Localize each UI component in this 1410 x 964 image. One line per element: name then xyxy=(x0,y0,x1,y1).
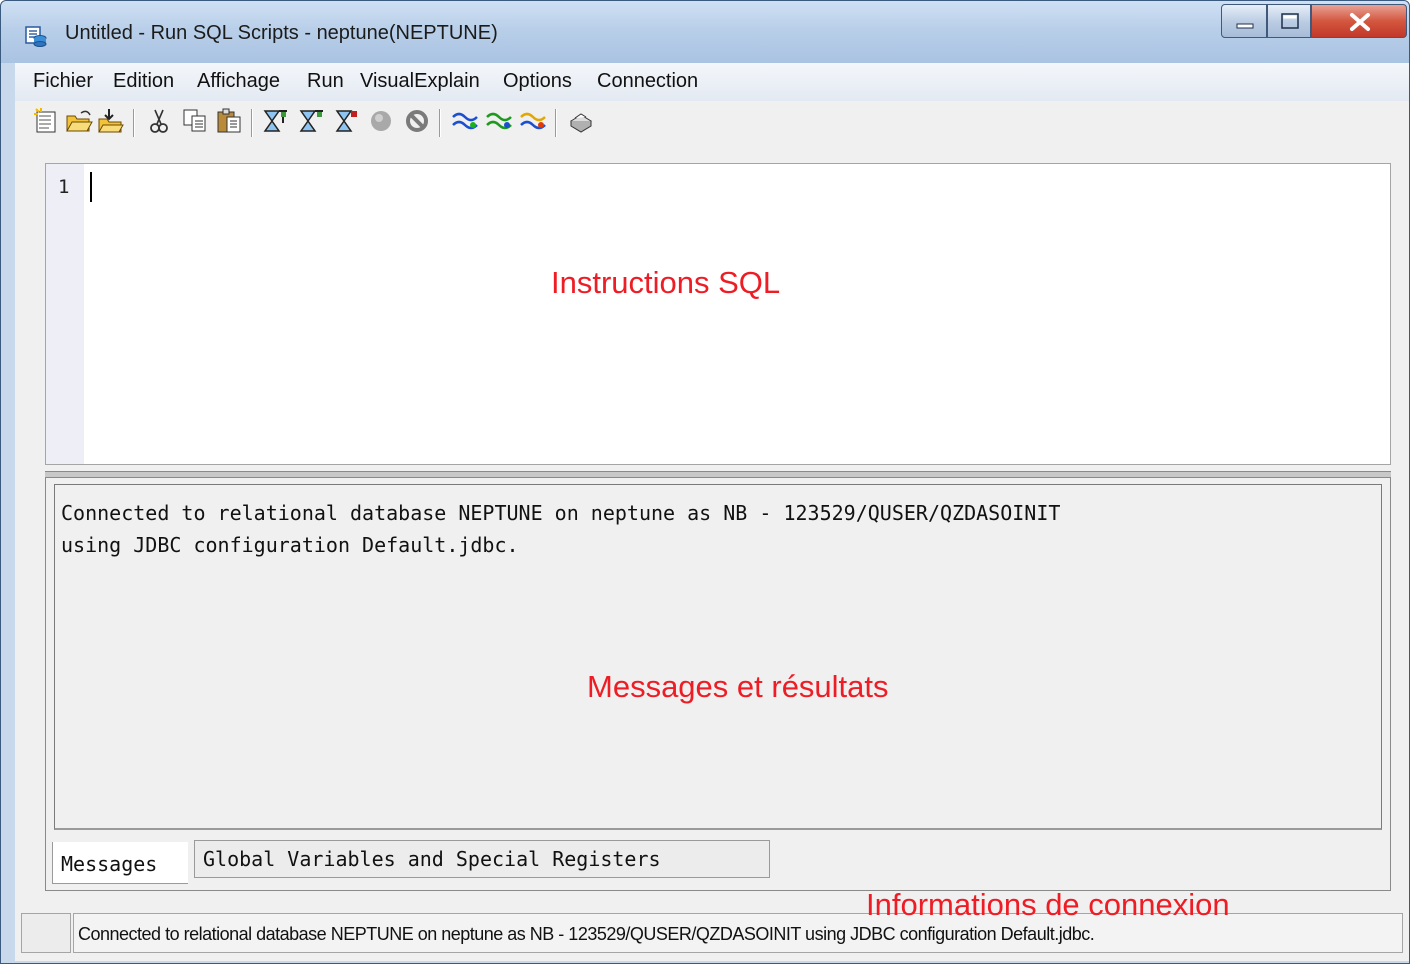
stop-circle-icon[interactable] xyxy=(367,107,395,135)
message-line: using JDBC configuration Default.jdbc. xyxy=(61,533,519,557)
menu-visualexplain[interactable]: VisualExplain xyxy=(360,70,480,93)
close-button[interactable] xyxy=(1311,4,1407,38)
annotation-instructions-sql: Instructions SQL xyxy=(551,265,781,300)
messages-text: Connected to relational database NEPTUNE… xyxy=(61,497,1060,561)
toolbar-separator xyxy=(133,109,135,137)
menu-options[interactable]: Options xyxy=(503,70,572,93)
status-text: Connected to relational database NEPTUNE… xyxy=(78,924,1095,944)
maximize-button[interactable] xyxy=(1267,4,1311,38)
menu-connection[interactable]: Connection xyxy=(597,70,698,93)
new-icon[interactable] xyxy=(33,107,61,135)
menu-edition[interactable]: Edition xyxy=(113,70,174,93)
window-controls xyxy=(1221,4,1407,40)
open-icon[interactable] xyxy=(65,107,93,135)
line-number-gutter: 1 xyxy=(46,164,84,464)
database-script-icon[interactable] xyxy=(25,25,47,47)
print-icon[interactable] xyxy=(567,107,595,135)
menu-run[interactable]: Run xyxy=(307,70,344,93)
menu-affichage[interactable]: Affichage xyxy=(197,70,280,93)
paste-icon[interactable] xyxy=(215,107,243,135)
minimize-button[interactable] xyxy=(1221,4,1267,38)
menu-fichier[interactable]: Fichier xyxy=(33,70,93,93)
copy-icon[interactable] xyxy=(181,107,209,135)
title-bar[interactable]: Untitled - Run SQL Scripts - neptune(NEP… xyxy=(1,1,1409,63)
minimize-icon xyxy=(1236,23,1254,29)
status-indicator xyxy=(21,913,71,953)
save-icon[interactable] xyxy=(97,107,125,135)
sql-editor[interactable]: 1 xyxy=(45,163,1391,465)
toolbar-separator xyxy=(439,109,441,137)
text-caret xyxy=(90,172,92,202)
tab-messages[interactable]: Messages xyxy=(52,842,188,884)
run-selected-icon[interactable] xyxy=(333,107,361,135)
run-and-explain-icon[interactable] xyxy=(485,107,513,135)
annotation-messages-resultats: Messages et résultats xyxy=(587,669,889,704)
toolbar-separator xyxy=(251,109,253,137)
app-window: Untitled - Run SQL Scripts - neptune(NEP… xyxy=(0,0,1410,964)
run-from-selected-icon[interactable] xyxy=(297,107,325,135)
cancel-icon[interactable] xyxy=(403,107,431,135)
messages-panel[interactable]: Connected to relational database NEPTUNE… xyxy=(54,484,1382,830)
run-all-icon[interactable] xyxy=(261,107,289,135)
close-icon xyxy=(1350,13,1370,31)
tab-global-variables[interactable]: Global Variables and Special Registers xyxy=(194,840,770,878)
message-line: Connected to relational database NEPTUNE… xyxy=(61,501,1061,525)
explain-options-icon[interactable] xyxy=(519,107,547,135)
cut-icon[interactable] xyxy=(145,107,173,135)
line-number: 1 xyxy=(58,176,70,198)
menu-bar: Fichier Edition Affichage Run VisualExpl… xyxy=(15,63,1409,101)
window-title: Untitled - Run SQL Scripts - neptune(NEP… xyxy=(65,22,498,44)
explain-icon[interactable] xyxy=(451,107,479,135)
toolbar xyxy=(15,101,1409,145)
maximize-icon xyxy=(1281,13,1299,29)
toolbar-separator xyxy=(555,109,557,137)
client-area: Fichier Edition Affichage Run VisualExpl… xyxy=(15,63,1409,961)
annotation-informations-connexion: Informations de connexion xyxy=(866,887,1230,922)
